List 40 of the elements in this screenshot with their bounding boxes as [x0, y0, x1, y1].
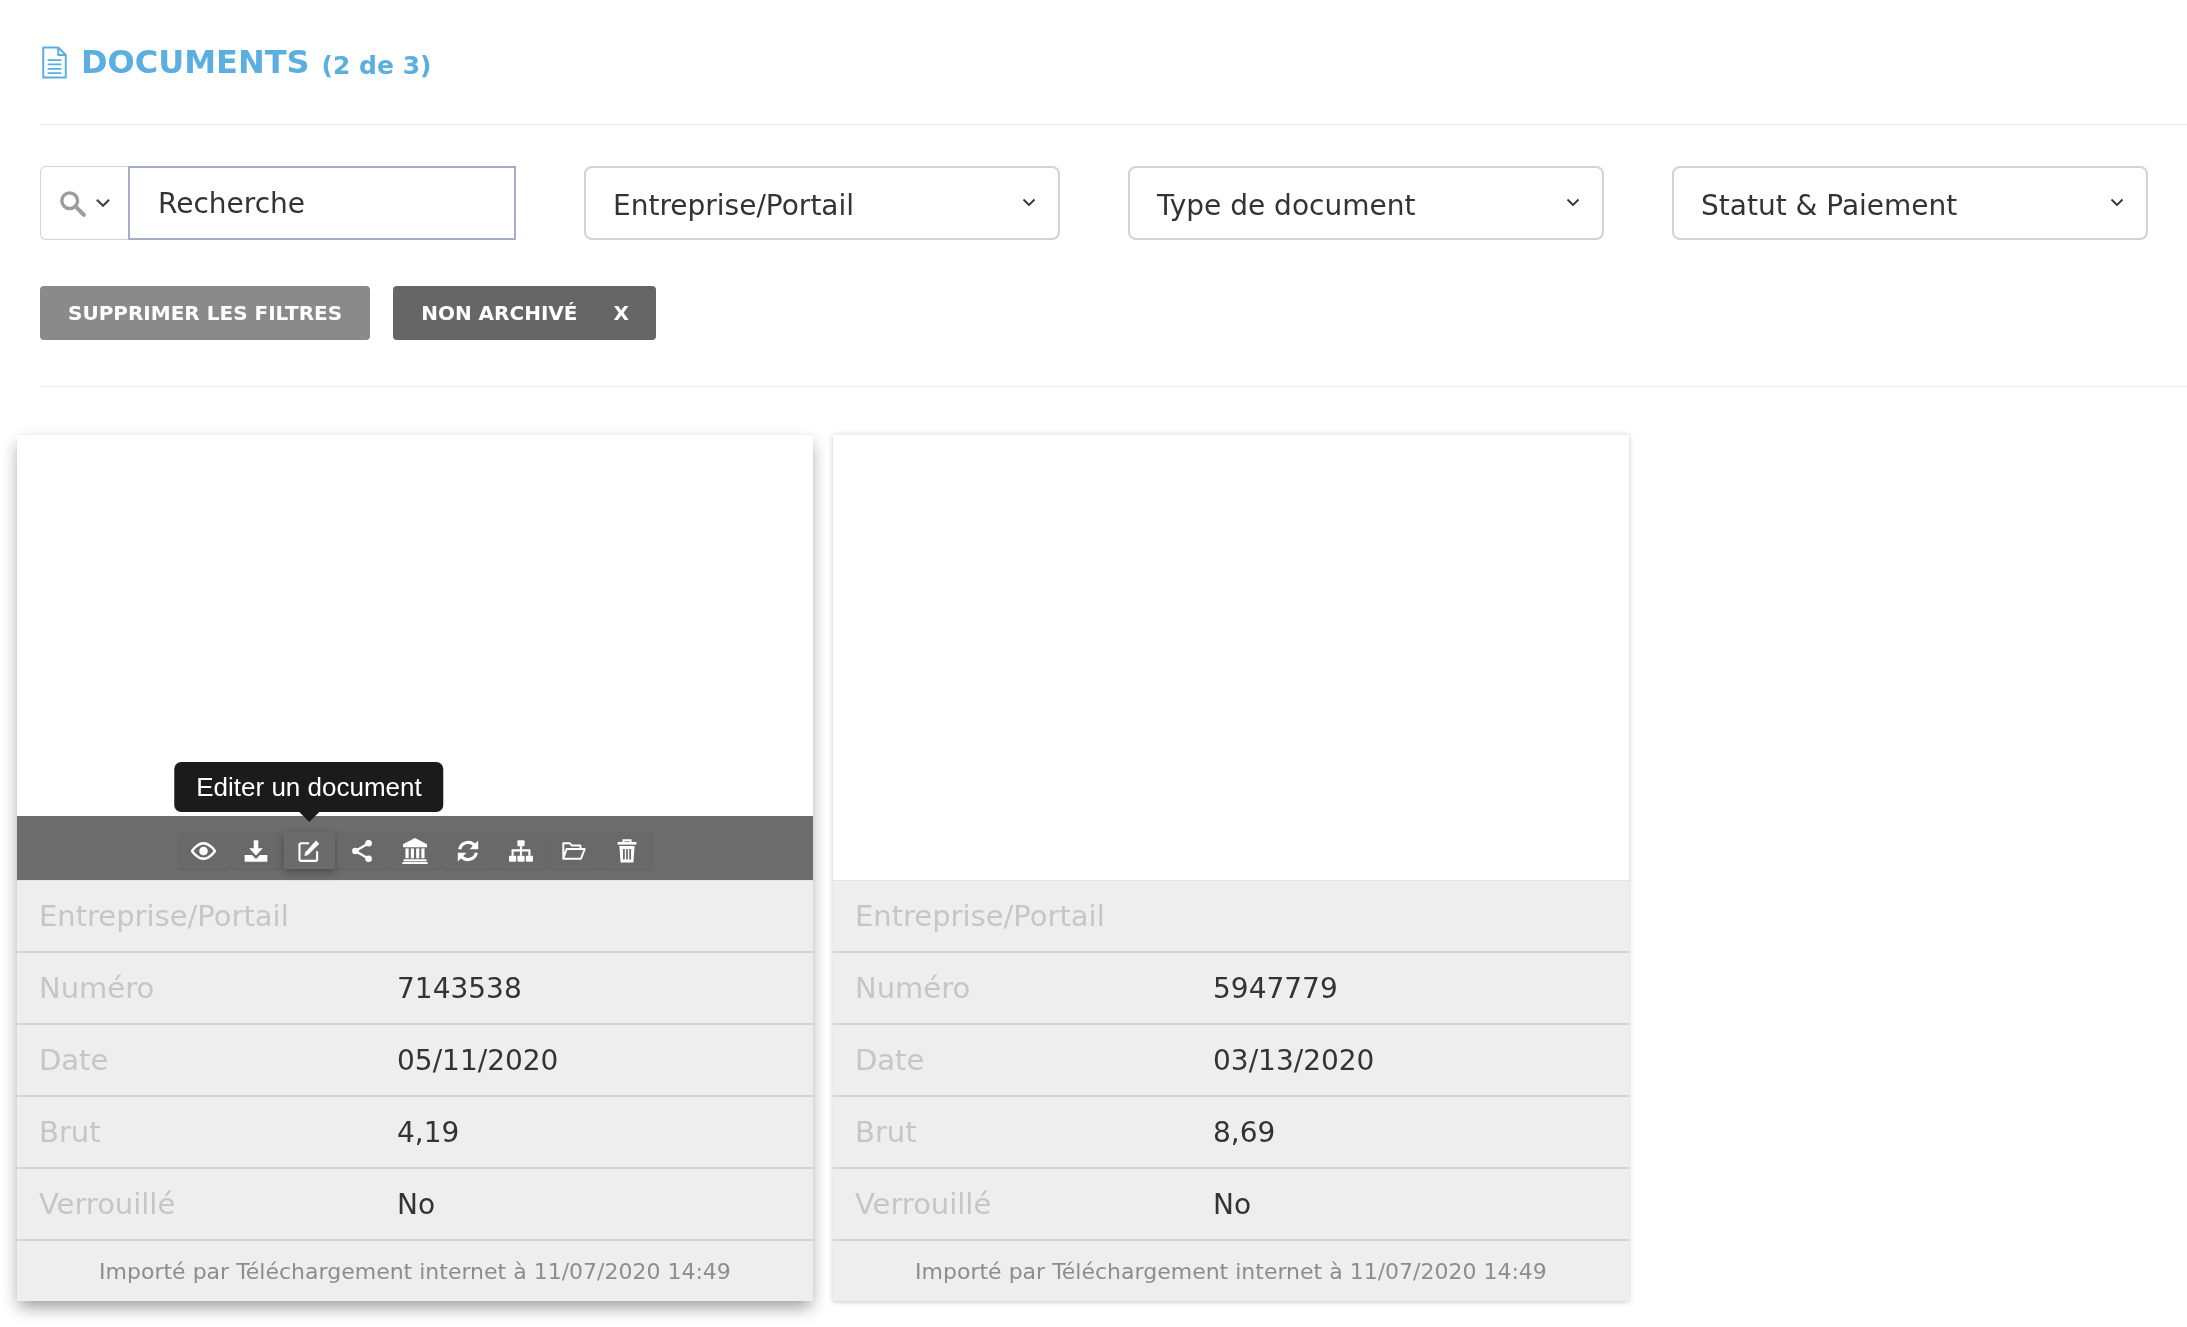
- search-icon: [58, 189, 86, 217]
- caret-icon: [1022, 197, 1036, 207]
- caret-icon: [94, 198, 111, 208]
- caret-icon: [1566, 197, 1580, 207]
- tooltip: Editer un document: [174, 762, 444, 822]
- delete-button[interactable]: [601, 832, 653, 869]
- search-mode-button[interactable]: [40, 166, 128, 240]
- download-icon: [244, 839, 268, 862]
- field-value: 8,69: [1213, 1115, 1276, 1149]
- field-value: 4,19: [397, 1115, 460, 1149]
- field-value: 03/13/2020: [1213, 1043, 1375, 1077]
- folder-icon: [562, 839, 586, 862]
- dropdown[interactable]: Type de document: [1128, 166, 1604, 240]
- field-value: No: [1213, 1187, 1252, 1221]
- field-value: 7143538: [397, 971, 522, 1005]
- dropdown[interactable]: Statut & Paiement: [1672, 166, 2148, 240]
- field-value: 05/11/2020: [397, 1043, 559, 1077]
- search-field[interactable]: Recherche: [128, 166, 516, 240]
- share-button[interactable]: [336, 832, 388, 869]
- edit-button[interactable]: [283, 832, 335, 869]
- import-note: Importé par Téléchargement internet à 11/07/2020 14:49: [99, 1258, 731, 1284]
- share-icon: [352, 839, 372, 862]
- eye-icon: [189, 841, 217, 860]
- bank-icon: [402, 837, 428, 864]
- remove-button[interactable]: X: [613, 301, 629, 325]
- import-note: Importé par Téléchargement internet à 11/07/2020 14:49: [915, 1258, 1547, 1284]
- edit-icon: [297, 839, 321, 862]
- field-value: No: [397, 1187, 436, 1221]
- caret-icon: [2110, 197, 2124, 207]
- page-title: DOCUMENTS: [81, 42, 310, 82]
- trash-icon: [617, 838, 637, 863]
- result-count: (2 de 3): [321, 50, 432, 80]
- refresh-icon: [456, 839, 480, 862]
- field-value: 5947779: [1213, 971, 1338, 1005]
- hierarchy-icon: [509, 839, 533, 862]
- filter-tag[interactable]: NON ARCHIVÉ X: [393, 286, 656, 340]
- document-icon: [42, 45, 67, 79]
- view-button[interactable]: [177, 832, 229, 869]
- download-button[interactable]: [230, 832, 282, 869]
- dropdown[interactable]: Entreprise/Portail: [584, 166, 1060, 240]
